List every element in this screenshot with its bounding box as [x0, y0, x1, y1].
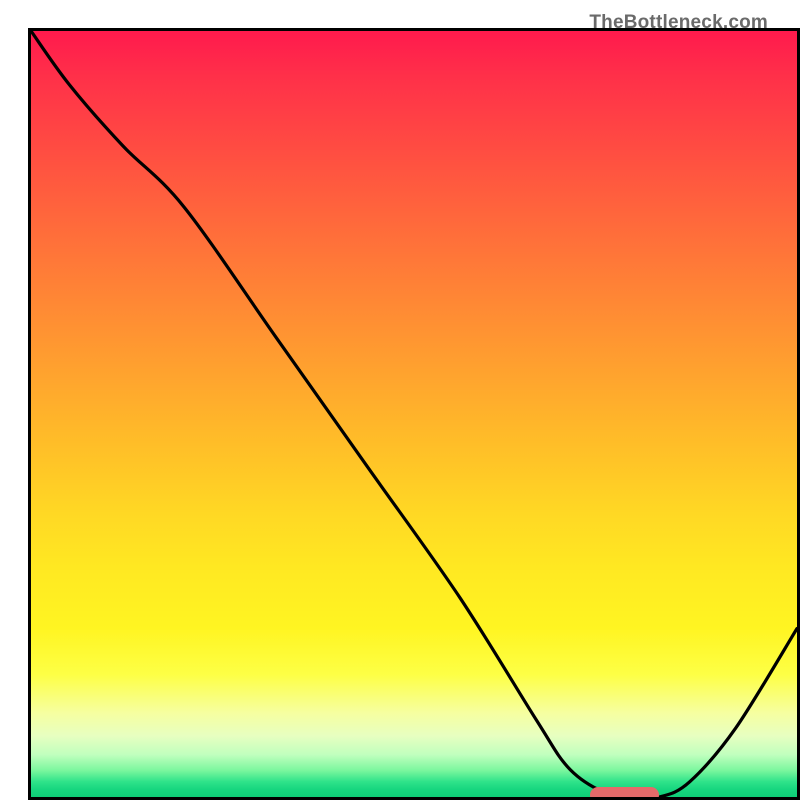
plot-area — [28, 28, 800, 800]
chart-frame: TheBottleneck.com — [0, 0, 800, 800]
optimal-range-marker — [590, 787, 659, 800]
bottleneck-curve — [31, 31, 797, 797]
curve-svg — [31, 31, 797, 797]
